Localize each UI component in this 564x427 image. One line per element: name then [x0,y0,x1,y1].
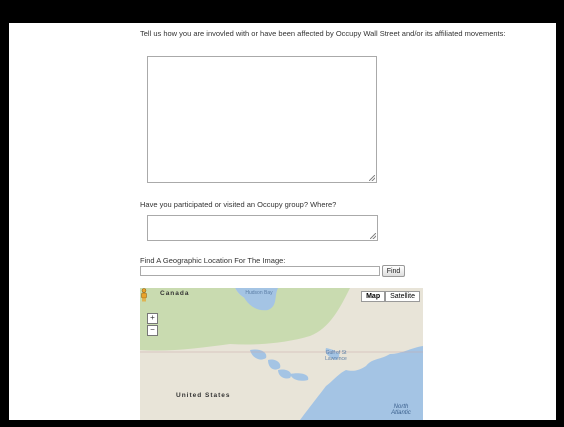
involvement-question: Tell us how you are invovled with or hav… [140,29,506,38]
zoom-out-button[interactable]: − [147,325,158,336]
groups-textarea[interactable] [147,215,378,241]
groups-question: Have you participated or visited an Occu… [140,200,337,209]
resize-grip-icon[interactable] [370,233,376,239]
zoom-control: + − [147,313,158,337]
map-label-hudson-bay: Hudson Bay [245,290,273,296]
find-button[interactable]: Find [382,265,405,277]
map-label-united-states: United States [176,392,231,399]
involvement-textarea[interactable] [147,56,377,183]
resize-grip-icon[interactable] [369,175,375,181]
map-type-map-button[interactable]: Map [361,291,386,302]
geo-location-label: Find A Geographic Location For The Image… [140,256,286,265]
map-view[interactable]: Canada Hudson Bay Gulf of St Lawrence Un… [140,288,423,420]
map-label-gulf: Gulf of St Lawrence [325,350,347,362]
map-type-satellite-button[interactable]: Satellite [385,291,420,302]
map-type-control: Map Satellite [361,291,420,302]
map-terrain [140,288,423,420]
pegman-icon[interactable] [140,288,148,302]
form-page: Tell us how you are invovled with or hav… [9,23,556,420]
geo-location-input[interactable] [140,266,380,276]
map-label-north-atlantic: North Atlantic [391,404,411,416]
zoom-in-button[interactable]: + [147,313,158,324]
map-label-canada: Canada [160,290,190,297]
